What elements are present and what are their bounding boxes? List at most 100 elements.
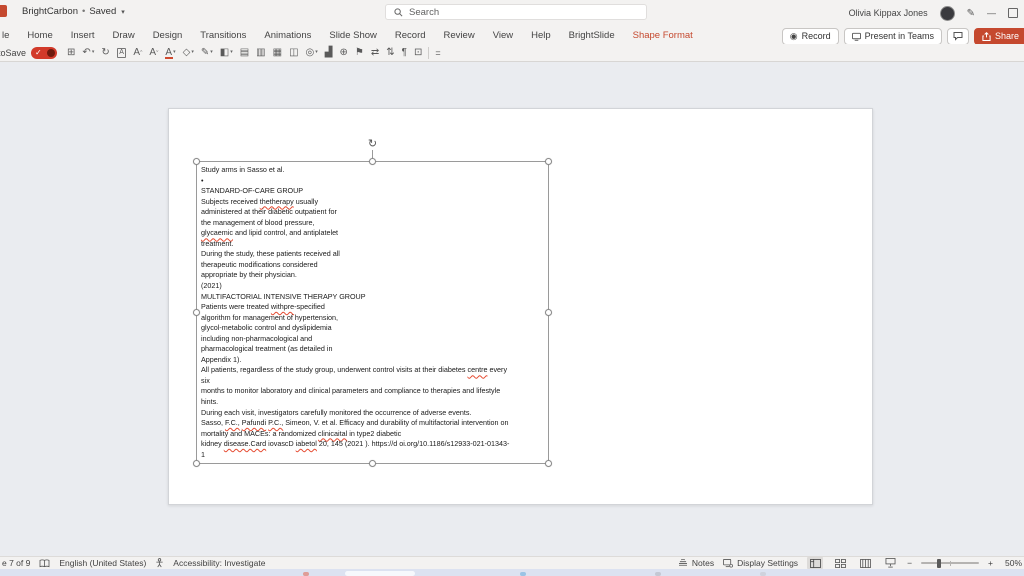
- powerpoint-logo-icon: [0, 5, 7, 17]
- text-line: hints.: [201, 397, 219, 407]
- language-indicator[interactable]: English (United States): [59, 558, 146, 568]
- resize-handle-w[interactable]: [193, 309, 200, 316]
- size-position-icon[interactable]: ⊡: [414, 47, 422, 59]
- change-shape-icon[interactable]: ◇ ▾: [183, 46, 194, 59]
- text-box-icon[interactable]: A: [116, 47, 127, 58]
- reading-view-button[interactable]: [857, 557, 873, 569]
- text-line: mortality and MACEs: a randomized clinic…: [201, 428, 402, 438]
- ribbon-tabs: le Home Insert Draw Design Transitions Animati…: [0, 26, 702, 44]
- tab-help[interactable]: Help: [522, 30, 560, 41]
- slide-sorter-view-button[interactable]: [832, 557, 848, 569]
- resize-handle-sw[interactable]: [193, 460, 200, 467]
- qat-icons: ⊞ ↶ ▾ ↻ A A ˆ A ˇ A ▾ ◇ ▾ ✎ ▾ ◧ ▾ ▤ ▥ ▦ ◫ ◎ ▾ ▟ ⊕ ⚑ ⇄ ⇅ ¶ ⊡: [67, 46, 422, 59]
- resize-handle-se[interactable]: [545, 460, 552, 467]
- share-button[interactable]: Share: [973, 27, 1024, 45]
- search-input[interactable]: Search: [385, 4, 647, 20]
- pen-icon[interactable]: ✎: [967, 8, 975, 19]
- slide-canvas[interactable]: Study arms in Sasso et al. • STANDARD-OF-C…: [168, 108, 873, 505]
- qat-overflow-icon[interactable]: =: [435, 48, 440, 58]
- text-line: months to monitor laboratory and clinica…: [201, 386, 501, 396]
- align-objects-icon[interactable]: ⊕: [339, 47, 347, 59]
- tab-transitions[interactable]: Transitions: [191, 30, 255, 41]
- text-line: 1: [201, 449, 205, 459]
- rotate-objects-icon[interactable]: ⚑: [355, 47, 364, 59]
- text-line: treatment.: [201, 238, 234, 248]
- tab-design[interactable]: Design: [144, 30, 192, 41]
- undo-icon[interactable]: ↶ ▾: [82, 46, 94, 59]
- text-direction-icon[interactable]: ¶: [402, 47, 407, 59]
- taskbar-app-icon: [760, 572, 766, 576]
- resize-handle-nw[interactable]: [193, 158, 200, 165]
- insert-chart-icon[interactable]: ▟: [325, 47, 333, 59]
- tab-shape-format[interactable]: Shape Format: [624, 30, 702, 41]
- tab-file[interactable]: le: [0, 30, 18, 41]
- zoom-level[interactable]: 50%: [1002, 558, 1022, 568]
- tab-brightslide[interactable]: BrightSlide: [560, 30, 624, 41]
- shape-outline-icon[interactable]: ✎ ▾: [201, 46, 213, 59]
- chevron-down-icon[interactable]: ▾: [121, 8, 125, 16]
- distribute-horizontal-icon[interactable]: ⇄: [371, 47, 379, 59]
- rotation-handle-icon[interactable]: ↻: [367, 138, 379, 150]
- text-line: Appendix 1).: [201, 354, 242, 364]
- taskbar-search-hint: [345, 571, 415, 576]
- merge-shapes-icon[interactable]: ◎ ▾: [306, 46, 318, 59]
- accessibility-person-icon[interactable]: [155, 558, 164, 568]
- shape-fill-icon[interactable]: ◧ ▾: [220, 46, 233, 59]
- saved-status[interactable]: Saved: [89, 6, 116, 17]
- comments-button[interactable]: [946, 27, 969, 45]
- send-to-back-icon[interactable]: ▦: [273, 47, 282, 59]
- normal-view-button[interactable]: [807, 557, 824, 569]
- tab-view[interactable]: View: [484, 30, 522, 41]
- text-line: MULTIFACTORIAL INTENSIVE THERAPY GROUP: [201, 291, 366, 301]
- tab-home[interactable]: Home: [18, 30, 61, 41]
- zoom-slider[interactable]: [921, 558, 980, 568]
- tab-animations[interactable]: Animations: [255, 30, 320, 41]
- tab-draw[interactable]: Draw: [104, 30, 144, 41]
- taskbar-app-icon: [520, 572, 526, 576]
- notes-toggle[interactable]: Notes: [678, 558, 714, 568]
- redo-icon[interactable]: ↻: [101, 47, 109, 59]
- avatar[interactable]: [939, 5, 955, 21]
- taskbar-edge: [0, 569, 1024, 576]
- tab-insert[interactable]: Insert: [62, 30, 104, 41]
- document-name: BrightCarbon: [22, 6, 78, 17]
- accessibility-status[interactable]: Accessibility: Investigate: [173, 558, 265, 568]
- check-icon: ✓: [35, 47, 42, 57]
- group-icon[interactable]: ◫: [289, 47, 298, 59]
- slide-workspace[interactable]: Study arms in Sasso et al. • STANDARD-OF-C…: [0, 62, 1024, 556]
- text-line: algorithm for management of hypertension…: [201, 312, 339, 322]
- status-bar: e 7 of 9 English (United States) Accessi…: [0, 556, 1024, 569]
- distribute-vertical-icon[interactable]: ⇅: [386, 47, 394, 59]
- minimize-button[interactable]: —: [987, 8, 996, 18]
- teams-icon: [851, 32, 861, 41]
- search-placeholder: Search: [409, 6, 440, 18]
- restore-button[interactable]: [1008, 8, 1018, 18]
- resize-handle-s[interactable]: [369, 460, 376, 467]
- zoom-out-button[interactable]: −: [907, 558, 912, 568]
- resize-handle-e[interactable]: [545, 309, 552, 316]
- grow-font-icon[interactable]: Aˆ: [133, 47, 142, 59]
- resize-handle-n[interactable]: [369, 158, 376, 165]
- display-settings-button[interactable]: Display Settings: [723, 558, 798, 568]
- present-in-teams-button[interactable]: Present in Teams: [843, 27, 942, 45]
- slideshow-view-button[interactable]: [882, 557, 898, 569]
- record-button[interactable]: ◉ Record: [781, 27, 839, 45]
- zoom-in-button[interactable]: +: [988, 558, 993, 568]
- tab-record[interactable]: Record: [386, 30, 435, 41]
- tab-slide-show[interactable]: Slide Show: [320, 30, 386, 41]
- selected-text-box[interactable]: Study arms in Sasso et al. • STANDARD-OF-C…: [193, 138, 552, 467]
- spellcheck-book-icon[interactable]: [39, 558, 50, 568]
- font-color-icon[interactable]: A ▾: [165, 46, 176, 59]
- tab-review[interactable]: Review: [435, 30, 484, 41]
- zoom-slider-knob[interactable]: [937, 558, 941, 568]
- shrink-font-icon[interactable]: Aˇ: [149, 47, 158, 59]
- paste-icon[interactable]: ⊞: [67, 47, 75, 59]
- bring-forward-icon[interactable]: ▤: [240, 47, 249, 59]
- text-line: glycol-metabolic control and dyslipidemi…: [201, 323, 332, 333]
- autosave-toggle[interactable]: ✓: [31, 46, 58, 59]
- taskbar-app-icon: [655, 572, 661, 576]
- quick-access-toolbar: toSave ✓ ⊞ ↶ ▾ ↻ A A ˆ A ˇ A ▾ ◇ ▾ ✎ ▾ ◧ ▾ ▤ ▥ ▦ ◫ ◎ ▾ ▟ ⊕ ⚑ ⇄ ⇅ ¶ ⊡ …: [0, 44, 1024, 62]
- send-backward-icon[interactable]: ▥: [256, 47, 265, 59]
- document-title: BrightCarbon • Saved ▾: [22, 6, 125, 17]
- resize-handle-ne[interactable]: [545, 158, 552, 165]
